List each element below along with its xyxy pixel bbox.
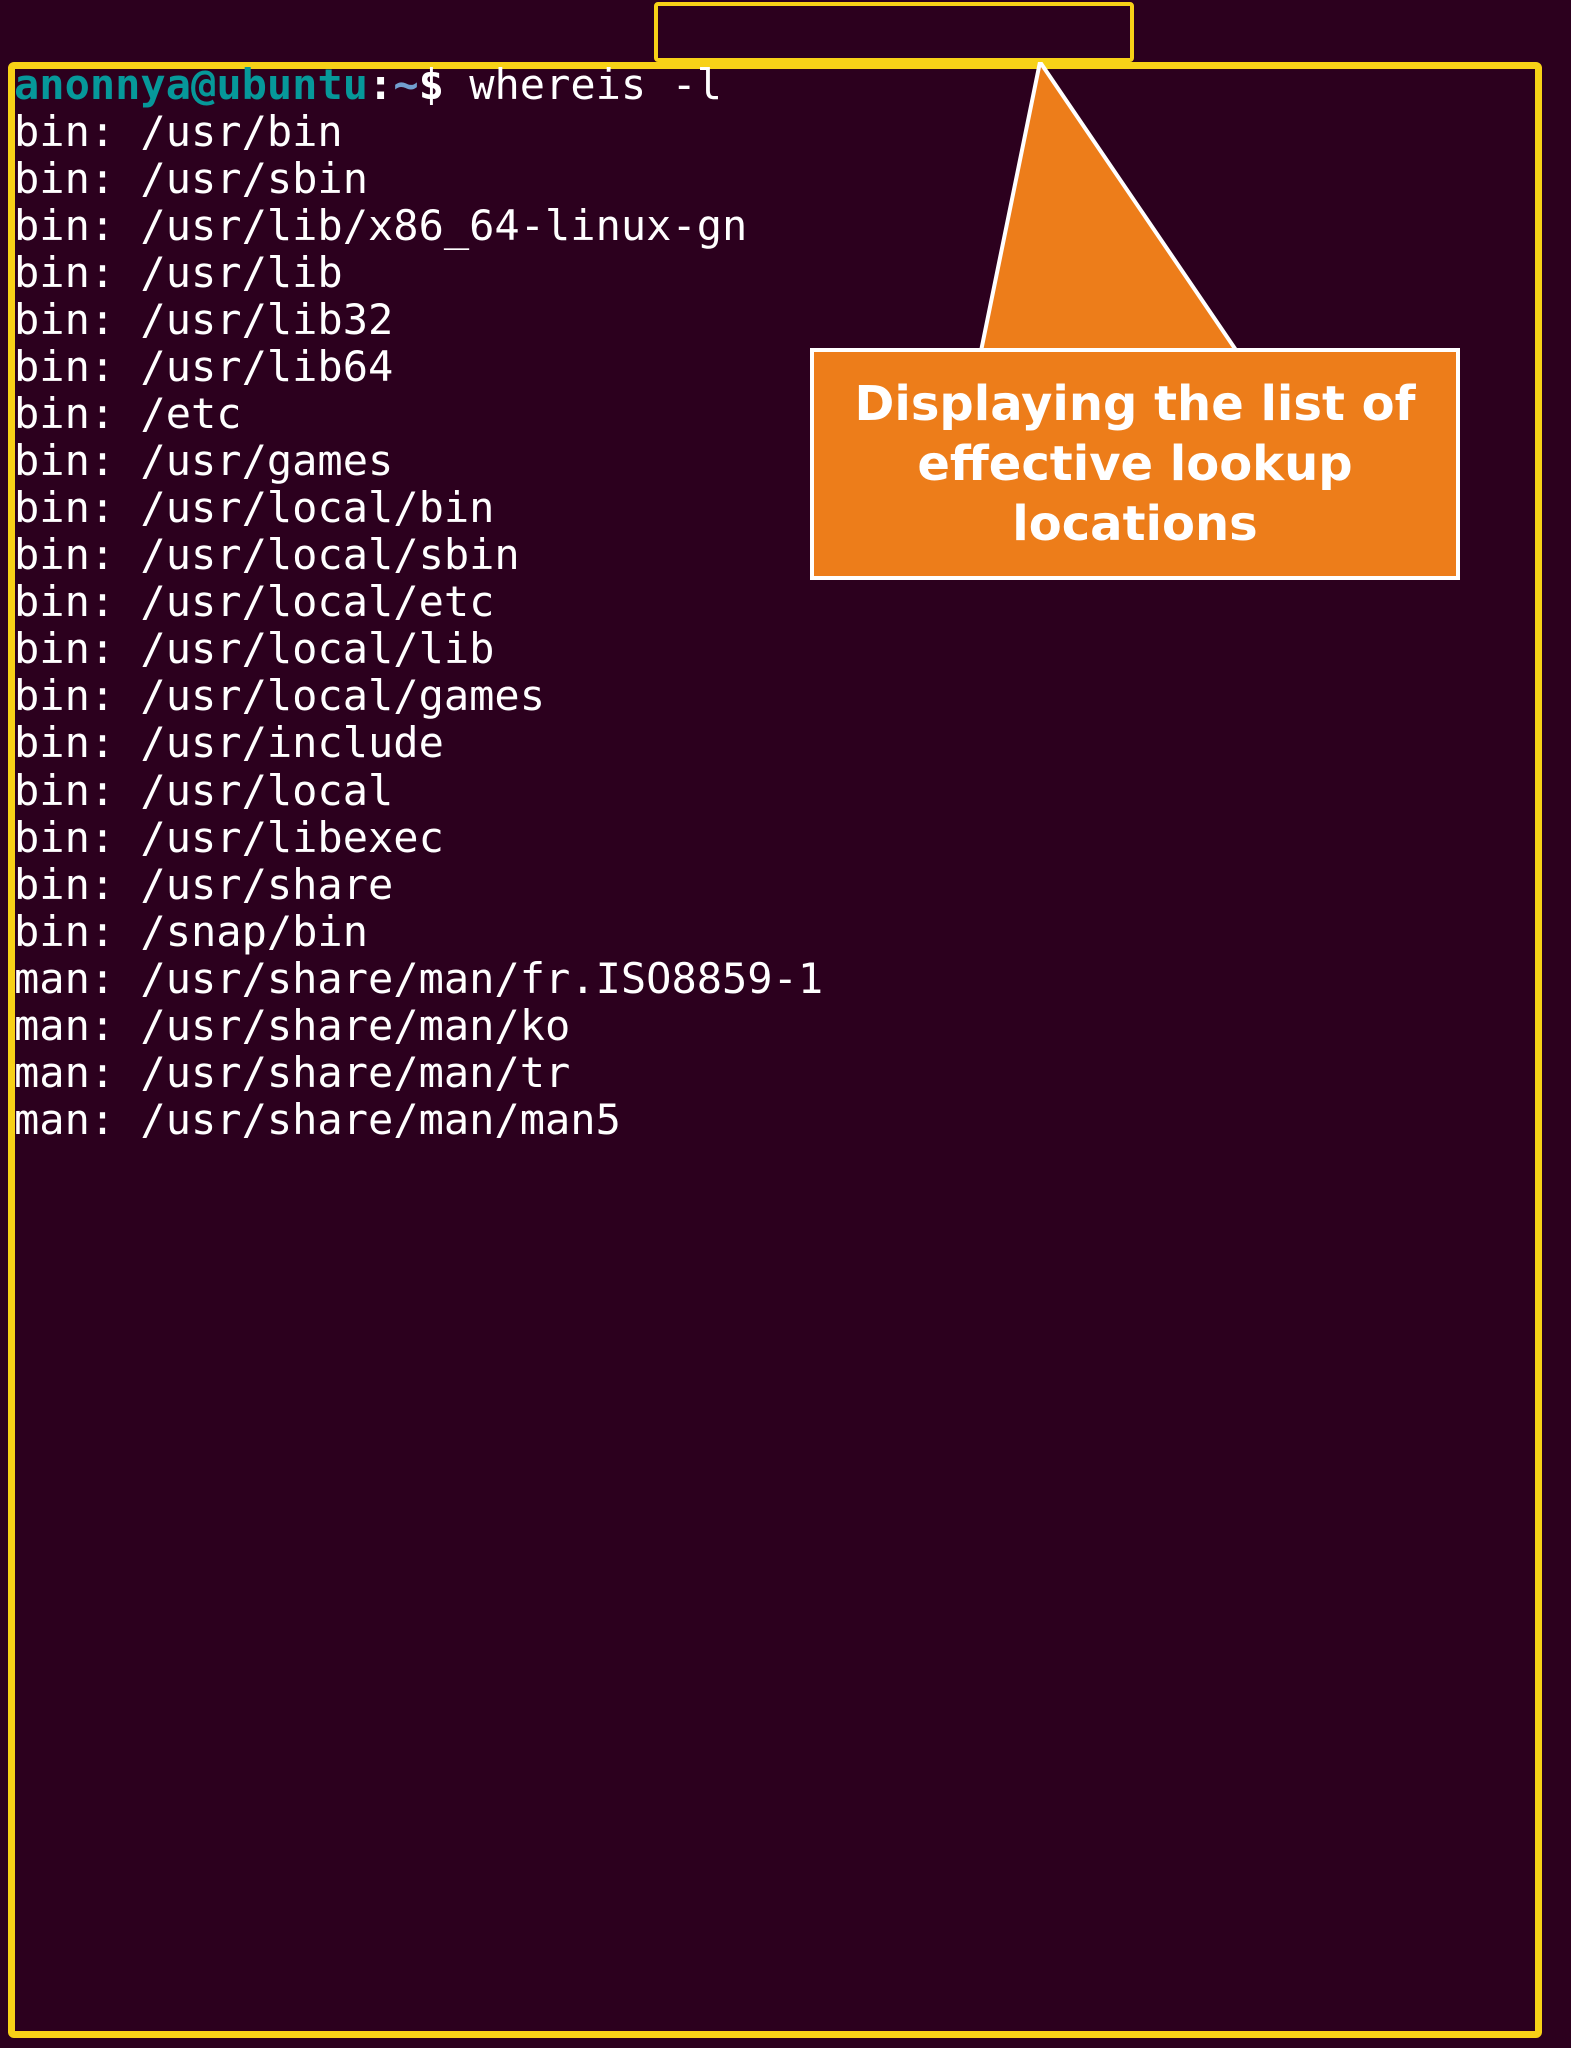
output-line: bin: /usr/libexec: [0, 814, 1571, 861]
output-line: bin: /usr/lib: [0, 249, 1571, 296]
output-line: bin: /usr/include: [0, 719, 1571, 766]
output-line: bin: /usr/share: [0, 861, 1571, 908]
callout-text: Displaying the list of effective lookup …: [855, 376, 1416, 552]
output-line: bin: /usr/local/lib: [0, 625, 1571, 672]
prompt-line: anonnya@ubuntu:~$ whereis -l: [0, 14, 1571, 108]
command-text: whereis -l: [469, 60, 722, 109]
output-line: bin: /usr/sbin: [0, 155, 1571, 202]
output-line: bin: /usr/local/games: [0, 672, 1571, 719]
output-line: bin: /usr/lib32: [0, 296, 1571, 343]
terminal-window[interactable]: anonnya@ubuntu:~$ whereis -l bin: /usr/b…: [0, 0, 1571, 2048]
output-line: bin: /usr/lib/x86_64-linux-gn: [0, 202, 1571, 249]
output-line: bin: /usr/bin: [0, 108, 1571, 155]
prompt-at: @: [191, 60, 216, 109]
prompt-path: ~: [393, 60, 418, 109]
callout-annotation: Displaying the list of effective lookup …: [810, 348, 1460, 580]
output-line: man: /usr/share/man/ko: [0, 1002, 1571, 1049]
prompt-sep: :: [368, 60, 393, 109]
output-line: bin: /usr/local/etc: [0, 578, 1571, 625]
command-output: bin: /usr/binbin: /usr/sbinbin: /usr/lib…: [0, 108, 1571, 1143]
output-line: bin: /snap/bin: [0, 908, 1571, 955]
prompt-user: anonnya: [14, 60, 191, 109]
prompt-dollar: $: [419, 60, 444, 109]
prompt-host: ubuntu: [216, 60, 368, 109]
output-line: bin: /usr/local: [0, 767, 1571, 814]
output-line: man: /usr/share/man/man5: [0, 1096, 1571, 1143]
output-line: man: /usr/share/man/fr.ISO8859-1: [0, 955, 1571, 1002]
output-line: man: /usr/share/man/tr: [0, 1049, 1571, 1096]
